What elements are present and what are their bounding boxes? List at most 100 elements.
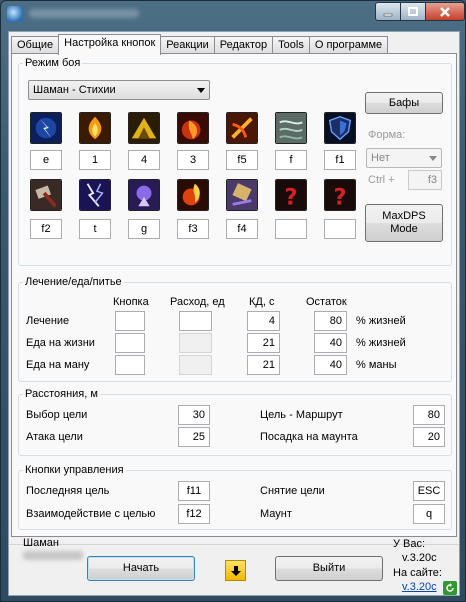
- skill-lava-burst[interactable]: [177, 179, 209, 211]
- col-header-threshold: Остаток: [306, 296, 347, 308]
- down-arrow-icon: [230, 565, 241, 576]
- key-box[interactable]: e: [30, 150, 62, 170]
- tab-panel: Режим боя Шаман - Стихии e 1 4 3 f5 f f1…: [11, 53, 457, 537]
- key-box[interactable]: f5: [226, 150, 258, 170]
- distance-group: Расстояния, м: [18, 388, 452, 456]
- heal-cd-field[interactable]: 4: [247, 311, 280, 331]
- buffs-button[interactable]: Бафы: [365, 92, 443, 114]
- ghost-wolf-icon: [129, 180, 159, 210]
- maximize-icon: [408, 6, 418, 16]
- chain-lightning-icon: [80, 180, 110, 210]
- svg-text:?: ?: [284, 184, 297, 210]
- food-mana-button-field[interactable]: [115, 355, 145, 375]
- clear-target-label: Снятие цели: [260, 485, 325, 497]
- healing-legend: Лечение/еда/питье: [25, 276, 122, 288]
- col-header-button: Кнопка: [113, 296, 149, 308]
- food-mana-threshold-field[interactable]: 40: [314, 355, 347, 375]
- minimize-button[interactable]: [375, 2, 401, 21]
- tab-editor[interactable]: Редактор: [213, 36, 274, 54]
- key-box[interactable]: [275, 219, 307, 239]
- tab-general[interactable]: Общие: [11, 36, 60, 54]
- clear-target-key-field[interactable]: ESC: [413, 481, 445, 501]
- skill-wind-totem[interactable]: [275, 112, 307, 144]
- form-combo[interactable]: Нет: [366, 148, 442, 168]
- target-select-field[interactable]: 30: [178, 405, 210, 425]
- skill-ghost-wolf[interactable]: [128, 179, 160, 211]
- start-button[interactable]: Начать: [87, 556, 195, 581]
- skill-earth-totem[interactable]: [128, 112, 160, 144]
- tab-reactions[interactable]: Реакции: [160, 36, 215, 54]
- last-target-key-field[interactable]: f11: [178, 481, 210, 501]
- window-title-blurred: [29, 9, 139, 18]
- combat-mode-legend: Режим боя: [25, 57, 81, 69]
- svg-text:?: ?: [333, 184, 346, 210]
- food-hp-cost-field[interactable]: [179, 333, 212, 353]
- maxdps-label-line1: MaxDPS: [382, 210, 426, 222]
- key-box[interactable]: 4: [128, 150, 160, 170]
- key-box[interactable]: f3: [177, 219, 209, 239]
- skill-weapon-enchant[interactable]: [30, 179, 62, 211]
- skill-earth-shock[interactable]: [226, 179, 258, 211]
- site-version-link[interactable]: v.3.20c: [402, 581, 437, 593]
- key-box[interactable]: 3: [177, 150, 209, 170]
- water-shield-icon: [325, 113, 355, 143]
- heal-button-field[interactable]: [115, 311, 145, 331]
- food-hp-threshold-field[interactable]: 40: [314, 333, 347, 353]
- skill-unknown-2[interactable]: ?: [324, 179, 356, 211]
- interact-key-field[interactable]: f12: [178, 504, 210, 524]
- exit-button[interactable]: Выйти: [275, 556, 383, 581]
- ctrl-key-field[interactable]: f3: [408, 170, 442, 190]
- key-box[interactable]: f4: [226, 219, 258, 239]
- footer-separator: [9, 544, 459, 545]
- tab-button-settings[interactable]: Настройка кнопок: [58, 34, 162, 55]
- client-area: Общие Настройка кнопок Реакции Редактор …: [8, 31, 460, 596]
- down-arrow-button[interactable]: [225, 560, 246, 581]
- heal-row-label: Лечение: [26, 315, 70, 327]
- maxdps-label-line2: Mode: [390, 223, 418, 235]
- app-icon: [7, 6, 23, 22]
- key-box[interactable]: 1: [79, 150, 111, 170]
- skill-chain-lightning[interactable]: [79, 179, 111, 211]
- lava-burst-icon: [178, 180, 208, 210]
- food-hp-cd-field[interactable]: 21: [247, 333, 280, 353]
- skill-water-shield[interactable]: [324, 112, 356, 144]
- mount-key-field[interactable]: q: [413, 504, 445, 524]
- skill-lightning-shield[interactable]: [30, 112, 62, 144]
- last-target-label: Последняя цель: [26, 485, 110, 497]
- flame-shock-icon: [178, 113, 208, 143]
- key-box[interactable]: f1: [324, 150, 356, 170]
- refresh-icon[interactable]: [443, 581, 457, 595]
- tab-tools[interactable]: Tools: [272, 36, 310, 54]
- maximize-button[interactable]: [400, 2, 426, 21]
- heal-cost-field[interactable]: [179, 311, 212, 331]
- key-box[interactable]: t: [79, 219, 111, 239]
- title-bar[interactable]: [1, 1, 465, 27]
- skill-fire-totem[interactable]: [226, 112, 258, 144]
- combat-mode-combo[interactable]: Шаман - Стихии: [28, 80, 210, 100]
- heal-threshold-field[interactable]: 80: [314, 311, 347, 331]
- combat-mode-value: Шаман - Стихии: [33, 84, 116, 96]
- food-mana-cd-field[interactable]: 21: [247, 355, 280, 375]
- key-box[interactable]: f: [275, 150, 307, 170]
- key-box[interactable]: [324, 219, 356, 239]
- key-box[interactable]: f2: [30, 219, 62, 239]
- you-have-version: v.3.20c: [402, 552, 437, 564]
- unknown-ability-icon: ?: [325, 180, 355, 210]
- controls-legend: Кнопки управления: [25, 464, 124, 476]
- skill-fire-nova[interactable]: [79, 112, 111, 144]
- skill-flame-shock[interactable]: [177, 112, 209, 144]
- you-have-label: У Вас:: [393, 538, 426, 550]
- close-button[interactable]: [425, 2, 465, 21]
- food-mana-cost-field[interactable]: [179, 355, 212, 375]
- attack-field[interactable]: 25: [178, 427, 210, 447]
- food-mana-row-label: Еда на ману: [26, 359, 90, 371]
- skill-unknown-1[interactable]: ?: [275, 179, 307, 211]
- mount-land-field[interactable]: 20: [413, 427, 445, 447]
- food-mana-unit: % маны: [356, 359, 397, 371]
- maxdps-mode-button[interactable]: MaxDPS Mode: [365, 204, 443, 242]
- food-hp-button-field[interactable]: [115, 333, 145, 353]
- key-box[interactable]: g: [128, 219, 160, 239]
- route-field[interactable]: 80: [413, 405, 445, 425]
- tab-about[interactable]: О программе: [308, 36, 389, 54]
- unknown-ability-icon: ?: [276, 180, 306, 210]
